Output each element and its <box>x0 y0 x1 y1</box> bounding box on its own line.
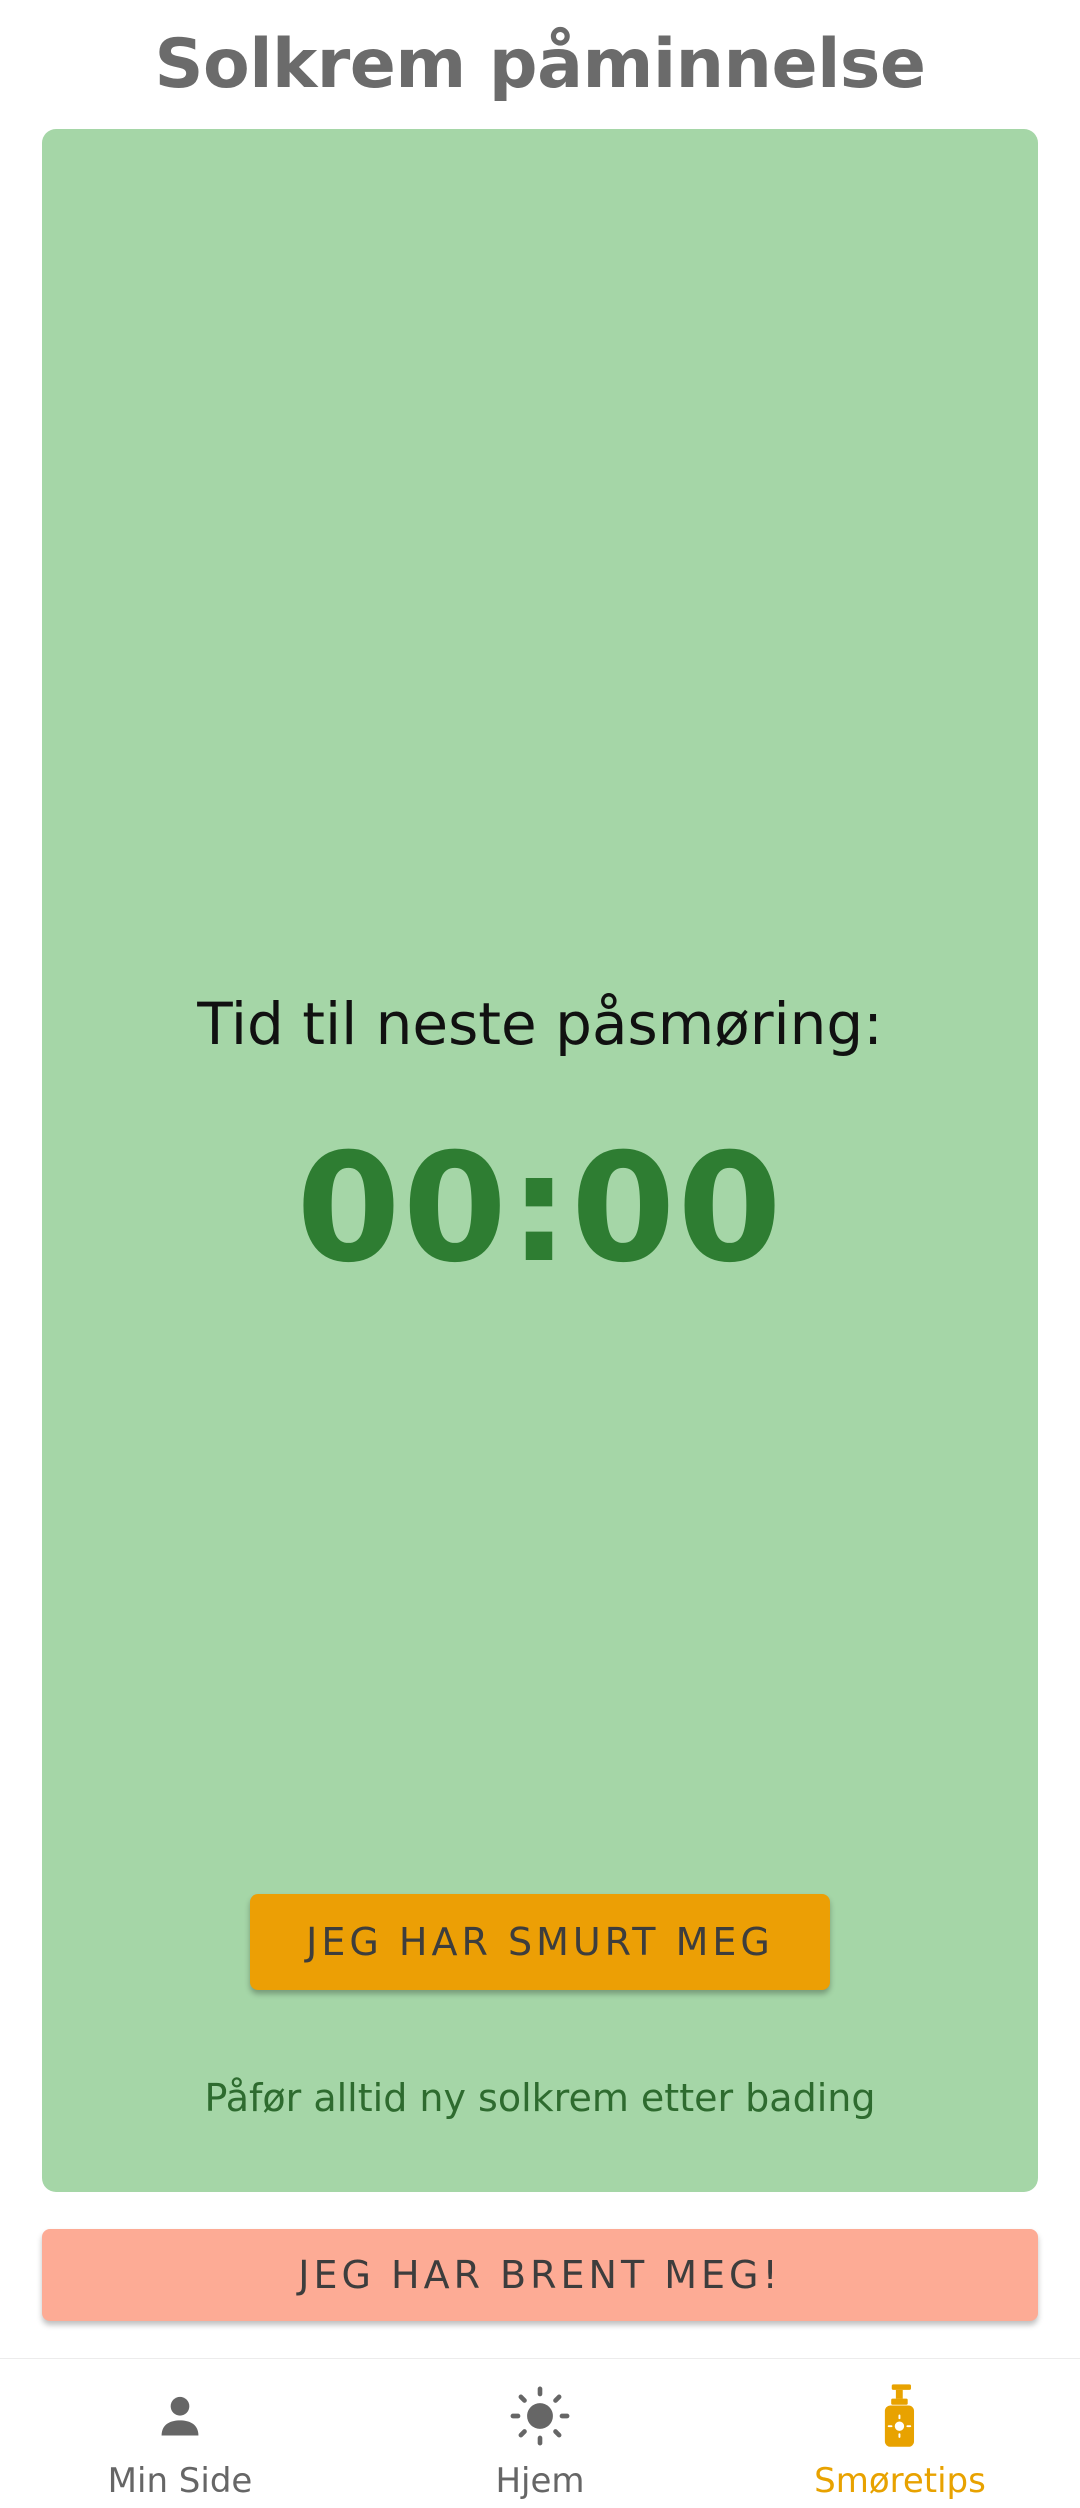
sunscreen-bottle-icon <box>867 2383 933 2449</box>
nav-item-smoretips[interactable]: Smøretips <box>720 2359 1080 2508</box>
person-icon <box>147 2383 213 2449</box>
reminder-card: Tid til neste påsmøring: 00:00 JEG HAR S… <box>42 129 1038 2192</box>
applied-sunscreen-button[interactable]: JEG HAR SMURT MEG <box>250 1894 830 1990</box>
nav-item-label: Smøretips <box>814 2461 986 2501</box>
nav-item-label: Hjem <box>495 2461 585 2501</box>
sun-icon <box>507 2383 573 2449</box>
bottom-navigation: Min Side Hjem Smøretips <box>0 2358 1080 2508</box>
countdown-timer: 00:00 <box>296 1122 784 1296</box>
next-application-label: Tid til neste påsmøring: <box>197 990 883 1058</box>
nav-item-label: Min Side <box>107 2461 253 2501</box>
nav-item-hjem[interactable]: Hjem <box>360 2359 720 2508</box>
sunburn-button[interactable]: JEG HAR BRENT MEG! <box>42 2229 1038 2321</box>
nav-item-min-side[interactable]: Min Side <box>0 2359 360 2508</box>
page-title: Solkrem påminnelse <box>154 25 926 104</box>
tip-text: Påfør alltid ny solkrem etter bading <box>204 2076 876 2120</box>
